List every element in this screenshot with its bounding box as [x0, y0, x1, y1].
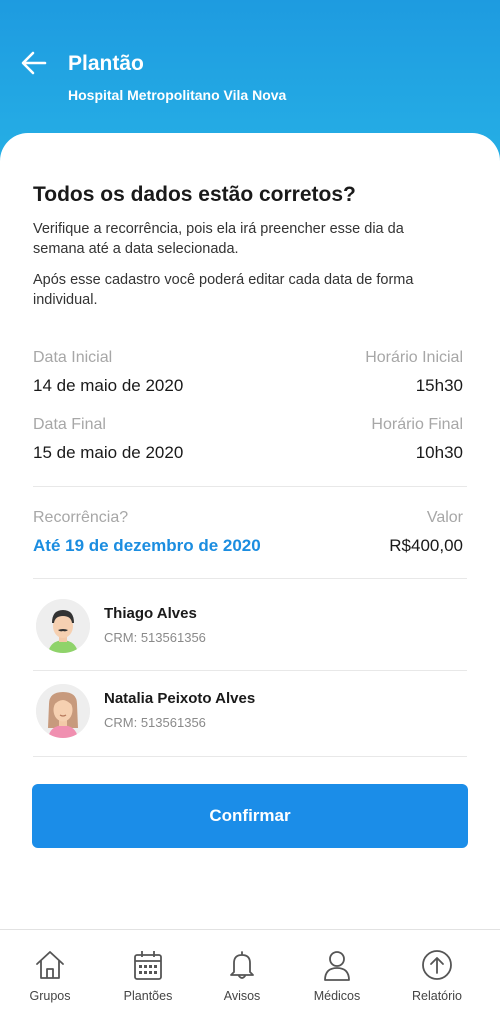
start-time-value: 15h30 — [415, 376, 463, 395]
nav-label: Relatório — [411, 989, 463, 1003]
user-icon — [324, 951, 350, 981]
home-icon — [36, 951, 64, 979]
divider — [33, 486, 467, 487]
start-time-label: Horário Inicial — [365, 349, 463, 366]
calendar-icon — [134, 951, 162, 980]
divider — [33, 756, 467, 757]
value-label: Valor — [426, 509, 463, 526]
recurrence-info-text: Verifique a recorrência, pois ela irá pr… — [33, 221, 404, 257]
nav-item-medicos[interactable]: Médicos — [287, 930, 387, 1029]
back-arrow-icon[interactable] — [20, 50, 48, 76]
confirm-section: Todos os dados estão corretos? — [33, 183, 467, 207]
recurrence-label: Recorrência? — [33, 509, 129, 526]
nav-item-grupos[interactable]: Grupos — [0, 930, 100, 1029]
start-date-value: 14 de maio de 2020 — [33, 376, 184, 395]
end-date-label: Data Final — [33, 416, 106, 433]
nav-label: Avisos — [223, 989, 261, 1003]
bell-icon — [230, 951, 254, 979]
start-date-label: Data Inicial — [33, 349, 113, 366]
doctor-crm: CRM: 513561356 — [104, 715, 206, 730]
nav-item-relatorio[interactable]: Relatório — [387, 930, 487, 1029]
end-date-value: 15 de maio de 2020 — [33, 443, 184, 462]
nav-item-plantoes[interactable]: Plantões — [98, 930, 198, 1029]
arrow-up-circle-icon — [422, 950, 452, 980]
end-time-label: Horário Final — [371, 416, 463, 433]
avatar — [36, 599, 90, 653]
content-card — [0, 133, 500, 1029]
recurrence-link[interactable]: Até 19 de dezembro de 2020 — [33, 536, 261, 556]
nav-label: Grupos — [29, 989, 71, 1003]
bottom-nav: Grupos Plantões Avisos Médicos Relatório — [0, 929, 500, 1029]
doctor-crm: CRM: 513561356 — [104, 630, 206, 645]
nav-item-avisos[interactable]: Avisos — [192, 930, 292, 1029]
value-amount: R$400,00 — [389, 536, 463, 555]
hospital-name: Hospital Metropolitano Vila Nova — [68, 87, 287, 103]
end-time-value: 10h30 — [415, 443, 463, 462]
nav-label: Plantões — [123, 989, 173, 1003]
divider — [33, 670, 467, 671]
nav-label: Médicos — [313, 989, 361, 1003]
doctor-name: Thiago Alves — [104, 605, 197, 622]
page-title: Plantão — [68, 52, 144, 75]
edit-info-text: Após esse cadastro você poderá editar ca… — [33, 272, 414, 308]
divider — [33, 578, 467, 579]
confirm-heading: Todos os dados estão corretos? — [33, 183, 356, 206]
avatar — [36, 684, 90, 738]
confirm-button[interactable]: Confirmar — [32, 784, 468, 848]
doctor-name: Natalia Peixoto Alves — [104, 690, 256, 707]
